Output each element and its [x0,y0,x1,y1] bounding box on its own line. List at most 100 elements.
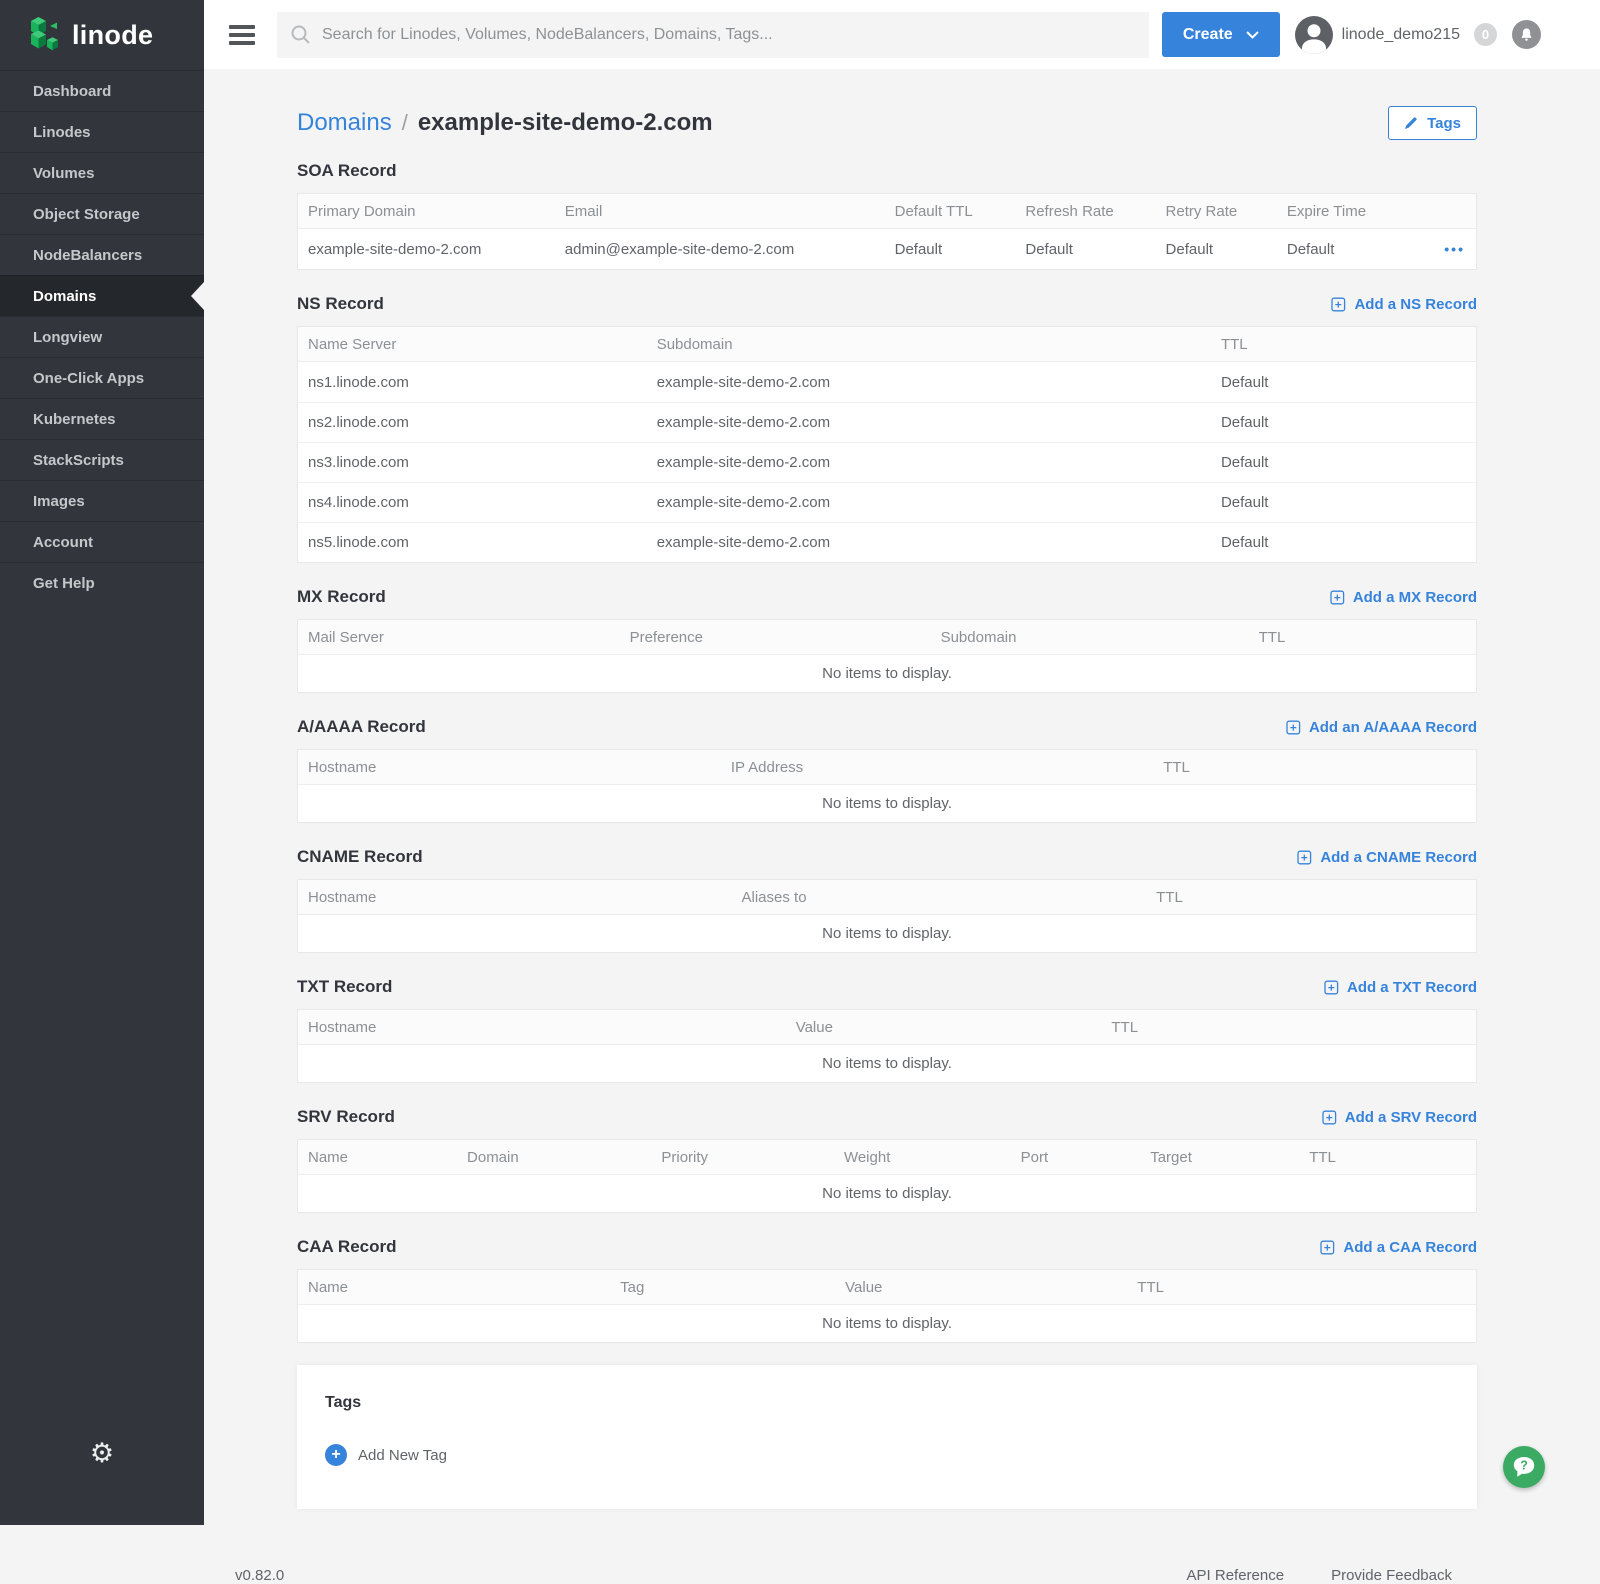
sidebar-item-stackscripts[interactable]: StackScripts [0,439,204,480]
breadcrumb-domains-link[interactable]: Domains [297,109,392,137]
record-table: NameDomainPriorityWeightPortTargetTTLNo … [297,1139,1477,1213]
sidebar-item-get-help[interactable]: Get Help [0,562,204,603]
column-header: IP Address [721,759,1153,776]
page-header: Domains / example-site-demo-2.com Tags [297,105,1477,141]
footer-links: API Reference Provide Feedback [1187,1567,1452,1584]
table-header-row: HostnameAliases toTTL [298,880,1476,915]
svg-text:?: ? [1520,1459,1528,1473]
plus-box-icon [1320,1240,1335,1255]
column-header: Name [298,1279,610,1296]
chevron-down-icon [1246,31,1259,39]
sidebar-item-kubernetes[interactable]: Kubernetes [0,398,204,439]
username-label[interactable]: linode_demo215 [1342,26,1460,44]
empty-table-message: No items to display. [298,655,1476,692]
section-soa-record: SOA RecordPrimary DomainEmailDefault TTL… [297,158,1477,270]
sidebar-item-object-storage[interactable]: Object Storage [0,193,204,234]
table-header-row: NameDomainPriorityWeightPortTargetTTL [298,1140,1476,1175]
column-header: Target [1140,1149,1299,1166]
record-table: Primary DomainEmailDefault TTLRefresh Ra… [297,193,1477,270]
section-caa-record: CAA RecordAdd a CAA RecordNameTagValueTT… [297,1234,1477,1343]
logo-wordmark: linode [72,20,153,51]
sidebar-item-volumes[interactable]: Volumes [0,152,204,193]
column-header: TTL [1153,759,1476,776]
api-reference-link[interactable]: API Reference [1187,1567,1285,1584]
empty-table-message: No items to display. [298,785,1476,822]
record-table: HostnameValueTTLNo items to display. [297,1009,1477,1083]
pencil-icon [1404,116,1418,130]
table-row: ns3.linode.comexample-site-demo-2.comDef… [298,442,1476,482]
add-new-tag-button[interactable]: + Add New Tag [325,1444,447,1466]
add-a-srv-record-link[interactable]: Add a SRV Record [1322,1109,1477,1126]
sidebar-item-nodebalancers[interactable]: NodeBalancers [0,234,204,275]
row-action-menu-button[interactable]: ••• [1444,241,1465,257]
section-header: CNAME RecordAdd a CNAME Record [297,844,1477,870]
help-button[interactable]: ? [1503,1446,1545,1488]
section-header: A/AAAA RecordAdd an A/AAAA Record [297,714,1477,740]
sidebar-item-one-click-apps[interactable]: One-Click Apps [0,357,204,398]
bell-icon [1518,26,1535,43]
column-header: TTL [1249,629,1476,646]
table-cell: Default [1211,454,1476,471]
empty-table-message: No items to display. [298,1045,1476,1082]
search-icon [290,24,312,46]
sidebar-item-images[interactable]: Images [0,480,204,521]
empty-table-message: No items to display. [298,1305,1476,1342]
footer: v0.82.0 API Reference Provide Feedback [297,1567,1477,1584]
sidebar-item-label: StackScripts [33,452,124,469]
settings-gear-icon[interactable]: ⚙ [0,1440,204,1467]
tags-panel: Tags + Add New Tag [297,1365,1477,1509]
column-header: Value [786,1019,1102,1036]
user-avatar[interactable] [1295,16,1333,54]
add-a-ns-record-link[interactable]: Add a NS Record [1331,296,1477,313]
add-new-tag-label: Add New Tag [358,1447,447,1464]
record-table: HostnameAliases toTTLNo items to display… [297,879,1477,953]
search-input[interactable] [322,26,1136,44]
person-icon [1295,16,1333,54]
section-srv-record: SRV RecordAdd a SRV RecordNameDomainPrio… [297,1104,1477,1213]
column-header: TTL [1211,336,1476,353]
table-row: ns4.linode.comexample-site-demo-2.comDef… [298,482,1476,522]
notifications-bell-button[interactable] [1512,20,1541,49]
add-a-cname-record-link[interactable]: Add a CNAME Record [1297,849,1477,866]
sidebar-item-label: Kubernetes [33,411,116,428]
table-cell: ns1.linode.com [298,374,647,391]
linode-logo[interactable]: linode [0,0,204,70]
column-header: Hostname [298,889,732,906]
sidebar-item-label: Volumes [33,165,94,182]
help-chat-bubble-icon: ? [1511,1454,1537,1480]
add-link-label: Add a MX Record [1353,589,1477,606]
table-cell: ns5.linode.com [298,534,647,551]
sidebar-item-longview[interactable]: Longview [0,316,204,357]
section-title: NS Record [297,294,384,314]
add-a-mx-record-link[interactable]: Add a MX Record [1330,589,1477,606]
table-cell: example-site-demo-2.com [647,414,1211,431]
main-content: Domains / example-site-demo-2.com Tags S… [204,69,1600,1525]
column-header: Port [1011,1149,1141,1166]
add-a-txt-record-link[interactable]: Add a TXT Record [1324,979,1477,996]
sidebar-item-label: Object Storage [33,206,140,223]
hamburger-menu-icon[interactable] [229,25,255,45]
edit-tags-button[interactable]: Tags [1388,106,1477,140]
add-link-label: Add an A/AAAA Record [1309,719,1477,736]
sidebar-item-domains[interactable]: Domains [0,275,204,316]
breadcrumb-separator: / [402,110,408,136]
table-cell: example-site-demo-2.com [647,494,1211,511]
sidebar-item-label: Longview [33,329,102,346]
sidebar-item-linodes[interactable]: Linodes [0,111,204,152]
column-header: Preference [620,629,931,646]
add-a-caa-record-link[interactable]: Add a CAA Record [1320,1239,1477,1256]
table-cell: Default [885,241,1016,258]
create-button[interactable]: Create [1162,12,1280,57]
search-box[interactable] [277,12,1149,58]
sidebar-item-account[interactable]: Account [0,521,204,562]
sidebar-item-label: Images [33,493,85,510]
provide-feedback-link[interactable]: Provide Feedback [1331,1567,1452,1584]
add-link-label: Add a TXT Record [1347,979,1477,996]
add-an-a-aaaa-record-link[interactable]: Add an A/AAAA Record [1286,719,1477,736]
linode-cubes-icon [29,14,63,56]
table-row: example-site-demo-2.comadmin@example-sit… [298,229,1476,269]
section-header: TXT RecordAdd a TXT Record [297,974,1477,1000]
sidebar-item-dashboard[interactable]: Dashboard [0,70,204,111]
empty-table-message: No items to display. [298,1175,1476,1212]
column-header: Value [835,1279,1127,1296]
